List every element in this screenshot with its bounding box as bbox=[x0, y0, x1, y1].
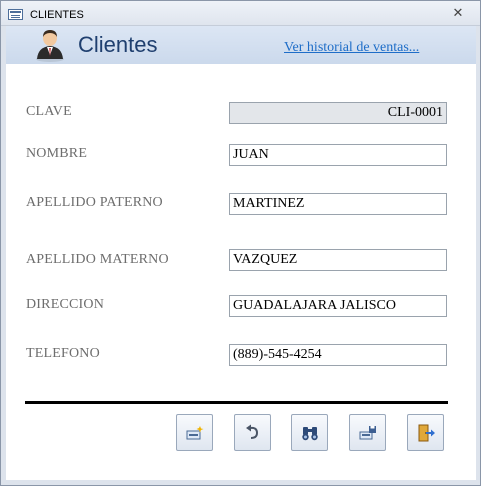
nombre-field[interactable]: JUAN bbox=[229, 144, 447, 166]
clave-field: CLI-0001 bbox=[229, 102, 447, 124]
window-title: CLIENTES bbox=[30, 9, 84, 21]
undo-icon bbox=[246, 424, 259, 439]
save-record-button[interactable] bbox=[349, 414, 386, 451]
search-button[interactable] bbox=[291, 414, 328, 451]
apellido-paterno-field[interactable]: MARTINEZ bbox=[229, 193, 447, 215]
form-title: Clientes bbox=[78, 32, 158, 57]
form-header: Clientes Ver historial de ventas... bbox=[6, 26, 476, 64]
form-body: CLAVE CLI-0001 NOMBRE JUAN APELLIDO PATE… bbox=[6, 64, 476, 480]
save-record-icon bbox=[359, 426, 376, 440]
exit-button[interactable] bbox=[407, 414, 444, 451]
clave-label: CLAVE bbox=[26, 104, 72, 119]
undo-button[interactable] bbox=[234, 414, 271, 451]
telefono-label: TELEFONO bbox=[26, 346, 100, 361]
form-icon bbox=[8, 9, 23, 20]
direccion-label: DIRECCION bbox=[26, 297, 105, 312]
business-person-icon bbox=[36, 30, 64, 62]
close-button[interactable]: ✕ bbox=[451, 7, 465, 20]
binoculars-icon bbox=[302, 427, 318, 441]
divider bbox=[25, 401, 448, 404]
new-record-button[interactable] bbox=[176, 414, 213, 451]
direccion-field[interactable]: GUADALAJARA JALISCO bbox=[229, 295, 447, 317]
title-bar[interactable]: CLIENTES ✕ bbox=[1, 1, 480, 26]
apellido-paterno-label: APELLIDO PATERNO bbox=[26, 195, 163, 210]
sales-history-link[interactable]: Ver historial de ventas... bbox=[284, 40, 419, 56]
exit-door-icon bbox=[418, 424, 435, 442]
nombre-label: NOMBRE bbox=[26, 146, 88, 161]
new-record-icon bbox=[186, 426, 204, 440]
clientes-window: CLIENTES ✕ Clientes Ver historial de ven… bbox=[0, 0, 481, 486]
apellido-materno-label: APELLIDO MATERNO bbox=[26, 252, 169, 267]
telefono-field[interactable]: (889)-545-4254 bbox=[229, 344, 447, 366]
apellido-materno-field[interactable]: VAZQUEZ bbox=[229, 249, 447, 271]
